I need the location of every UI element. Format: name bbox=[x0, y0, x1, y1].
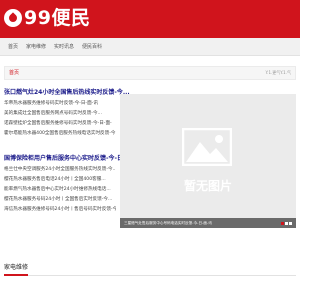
logo-mark-icon bbox=[4, 9, 22, 27]
nav-item-encyclopedia[interactable]: 便民百科 bbox=[82, 38, 102, 56]
site-logo[interactable]: 99便民 bbox=[4, 4, 90, 32]
list-item[interactable]: 霍尔塔能热水器400全国售后服务热线电话实时反馈-今... bbox=[4, 129, 116, 139]
slider-dot[interactable] bbox=[285, 222, 288, 225]
nav-item-home[interactable]: 首页 bbox=[8, 38, 18, 56]
section-title-underline bbox=[4, 274, 28, 276]
list-item[interactable]: 海信热水器服务维修号码24小时丨售后号码实时反馈-今... bbox=[4, 205, 116, 215]
image-caption[interactable]: 三星燃气灶售后服务中心号码电话实时反馈-今-日-面-讯 bbox=[120, 218, 296, 228]
breadcrumb-right-text: Y.1.更气Y.1.气 bbox=[265, 70, 291, 75]
list-item[interactable]: 能率燃气热水器售后中心实时24小时维修热线电话... bbox=[4, 185, 116, 195]
article-title-2[interactable]: 国博保险柜用户售后服务中心实时反馈-今-日-... bbox=[4, 153, 132, 162]
article-list-1: 华帝热水器服务维修号码实时反馈-今-日-面-讯 美的集成灶全国售后服务网点号码实… bbox=[4, 99, 116, 139]
list-item[interactable]: 樱花热水器服务售后电话24小时丨全国400客服... bbox=[4, 175, 116, 185]
list-item[interactable]: 格兰仕中央空调服务24小时全国服务热线实时反馈-今... bbox=[4, 165, 116, 175]
list-item[interactable]: 美的集成灶全国售后服务网点号码实时反馈-今... bbox=[4, 109, 116, 119]
slider-dot[interactable] bbox=[289, 222, 292, 225]
site-header: 99便民 bbox=[0, 0, 300, 38]
section-header: 家电维修 bbox=[4, 262, 296, 276]
placeholder-text: 暂无图片 bbox=[183, 179, 232, 193]
list-item[interactable]: 诺森壁挂炉全国售后服务维修号码实时反馈-今-日-面- bbox=[4, 119, 116, 129]
image-placeholder-icon bbox=[182, 128, 232, 166]
logo-text: 99便民 bbox=[24, 7, 91, 29]
slider-dots bbox=[281, 222, 292, 225]
featured-image-placeholder[interactable]: 暂无图片 三星燃气灶售后服务中心号码电话实时反馈-今-日-面-讯 bbox=[120, 94, 296, 228]
section-title: 家电维修 bbox=[4, 264, 29, 271]
list-item[interactable]: 华帝热水器服务维修号码实时反馈-今-日-面-讯 bbox=[4, 99, 116, 109]
main-nav: 首页 家电维修 实时讯息 便民百科 bbox=[0, 38, 300, 56]
article-list-2: 格兰仕中央空调服务24小时全国服务热线实时反馈-今... 樱花热水器服务售后电话… bbox=[4, 165, 116, 215]
article-title-1[interactable]: 张口燃气灶24小时全国售后热线实时反馈-今... bbox=[4, 87, 130, 96]
nav-item-appliance-repair[interactable]: 家电维修 bbox=[26, 38, 46, 56]
nav-item-news[interactable]: 实时讯息 bbox=[54, 38, 74, 56]
list-item[interactable]: 樱花热水器服务号码24小时丨全国售后实时反馈-今... bbox=[4, 195, 116, 205]
breadcrumb: 首页 Y.1.更气Y.1.气 bbox=[4, 66, 296, 80]
slider-dot[interactable] bbox=[281, 222, 284, 225]
breadcrumb-home-link[interactable]: 首页 bbox=[9, 67, 19, 79]
